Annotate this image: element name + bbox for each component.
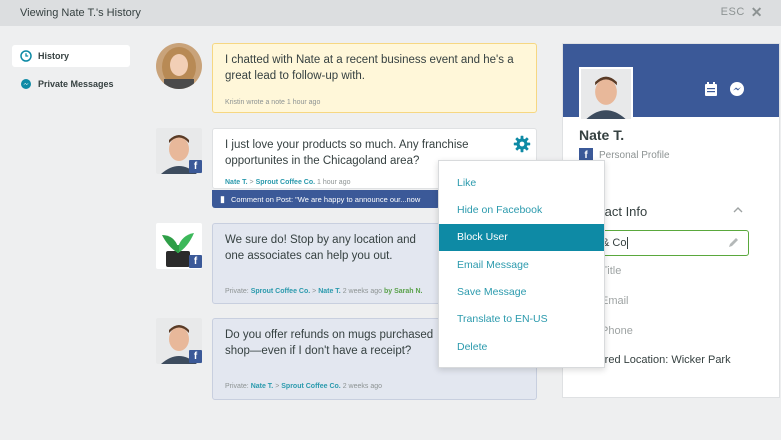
text-caret bbox=[627, 237, 629, 250]
contact-info-heading: tact Info bbox=[601, 204, 648, 219]
gear-icon[interactable] bbox=[513, 135, 531, 153]
clock-icon bbox=[20, 50, 32, 62]
meta-time: 2 weeks ago bbox=[342, 383, 383, 390]
meta-from-link[interactable]: Nate T. bbox=[251, 383, 274, 390]
menu-item-like[interactable]: Like bbox=[439, 170, 604, 197]
facebook-icon: f bbox=[189, 350, 202, 363]
preferred-location: rred Location: Wicker Park bbox=[601, 354, 731, 366]
meta-time: 1 hour ago bbox=[317, 179, 351, 186]
meta-to-link[interactable]: Nate T. bbox=[318, 288, 341, 295]
profile-avatar bbox=[579, 67, 633, 121]
sidebar-item-history[interactable]: History bbox=[12, 45, 130, 67]
profile-name: Nate T. bbox=[579, 127, 625, 143]
menu-item-delete[interactable]: Delete bbox=[439, 334, 604, 361]
message-text: We sure do! Stop by any location and one… bbox=[225, 234, 416, 262]
meta-separator: > bbox=[312, 288, 317, 295]
meta-separator: > bbox=[275, 383, 280, 390]
company-value: & Co bbox=[602, 237, 627, 249]
chevron-up-icon[interactable] bbox=[733, 206, 743, 214]
meta-prefix: Private: bbox=[225, 288, 249, 295]
avatar-kristin bbox=[156, 43, 202, 89]
meta-to-link[interactable]: Sprout Coffee Co. bbox=[256, 179, 316, 186]
meta-time: 2 weeks ago bbox=[342, 288, 383, 295]
meta-prefix: Private: bbox=[225, 383, 249, 390]
messenger-icon bbox=[20, 78, 32, 90]
comment-icon: ▮ bbox=[220, 193, 225, 204]
company-field[interactable]: & Co bbox=[593, 230, 749, 256]
pencil-icon[interactable] bbox=[727, 236, 740, 249]
calendar-icon[interactable] bbox=[703, 81, 719, 97]
meta-to-link[interactable]: Sprout Coffee Co. bbox=[281, 383, 341, 390]
note-bubble[interactable]: I chatted with Nate at a recent business… bbox=[212, 43, 537, 113]
meta-from-link[interactable]: Nate T. bbox=[225, 179, 248, 186]
comment-bar[interactable]: ▮ Comment on Post: "We are happy to anno… bbox=[212, 190, 440, 208]
messenger-icon[interactable] bbox=[729, 81, 745, 97]
message-text: I chatted with Nate at a recent business… bbox=[225, 54, 514, 82]
sidebar-item-label: Private Messages bbox=[38, 79, 114, 89]
facebook-icon: f bbox=[189, 160, 202, 173]
meta-separator: > bbox=[249, 179, 254, 186]
facebook-icon: f bbox=[189, 255, 202, 268]
message-actions-menu: Like Hide on Facebook Block User Email M… bbox=[438, 160, 605, 368]
message-text: Do you offer refunds on mugs purchased s… bbox=[225, 329, 434, 357]
profile-type: Personal Profile bbox=[599, 149, 670, 161]
email-field[interactable]: Email bbox=[601, 295, 629, 307]
esc-label: ESC bbox=[720, 6, 745, 18]
title-bar: Viewing Nate T.'s History ESC ✕ bbox=[0, 0, 781, 26]
meta-from-link[interactable]: Sprout Coffee Co. bbox=[251, 288, 311, 295]
close-button[interactable]: ESC ✕ bbox=[720, 4, 763, 20]
sidebar-item-private-messages[interactable]: Private Messages bbox=[12, 73, 130, 95]
meta-time: wrote a note 1 hour ago bbox=[246, 99, 321, 106]
menu-item-block-user[interactable]: Block User bbox=[439, 224, 604, 251]
meta-author: Kristin bbox=[225, 99, 245, 106]
message-meta: Kristin wrote a note 1 hour ago bbox=[225, 95, 320, 111]
menu-item-email-message[interactable]: Email Message bbox=[439, 252, 604, 279]
menu-item-hide-on-facebook[interactable]: Hide on Facebook bbox=[439, 197, 604, 224]
message-meta: Private: Sprout Coffee Co. > Nate T. 2 w… bbox=[225, 284, 422, 300]
meta-author: by Sarah N. bbox=[383, 288, 423, 295]
window-title: Viewing Nate T.'s History bbox=[20, 7, 141, 19]
message-meta: Nate T. > Sprout Coffee Co. 1 hour ago bbox=[225, 175, 351, 191]
message-meta: Private: Nate T. > Sprout Coffee Co. 2 w… bbox=[225, 379, 382, 395]
close-icon: ✕ bbox=[750, 4, 763, 20]
comment-text: Comment on Post: "We are happy to announ… bbox=[230, 194, 421, 204]
phone-field[interactable]: Phone bbox=[601, 325, 633, 337]
sidebar: History Private Messages bbox=[12, 45, 130, 101]
menu-item-save-message[interactable]: Save Message bbox=[439, 279, 604, 306]
menu-item-translate[interactable]: Translate to EN-US bbox=[439, 306, 604, 333]
sidebar-item-label: History bbox=[38, 51, 70, 61]
